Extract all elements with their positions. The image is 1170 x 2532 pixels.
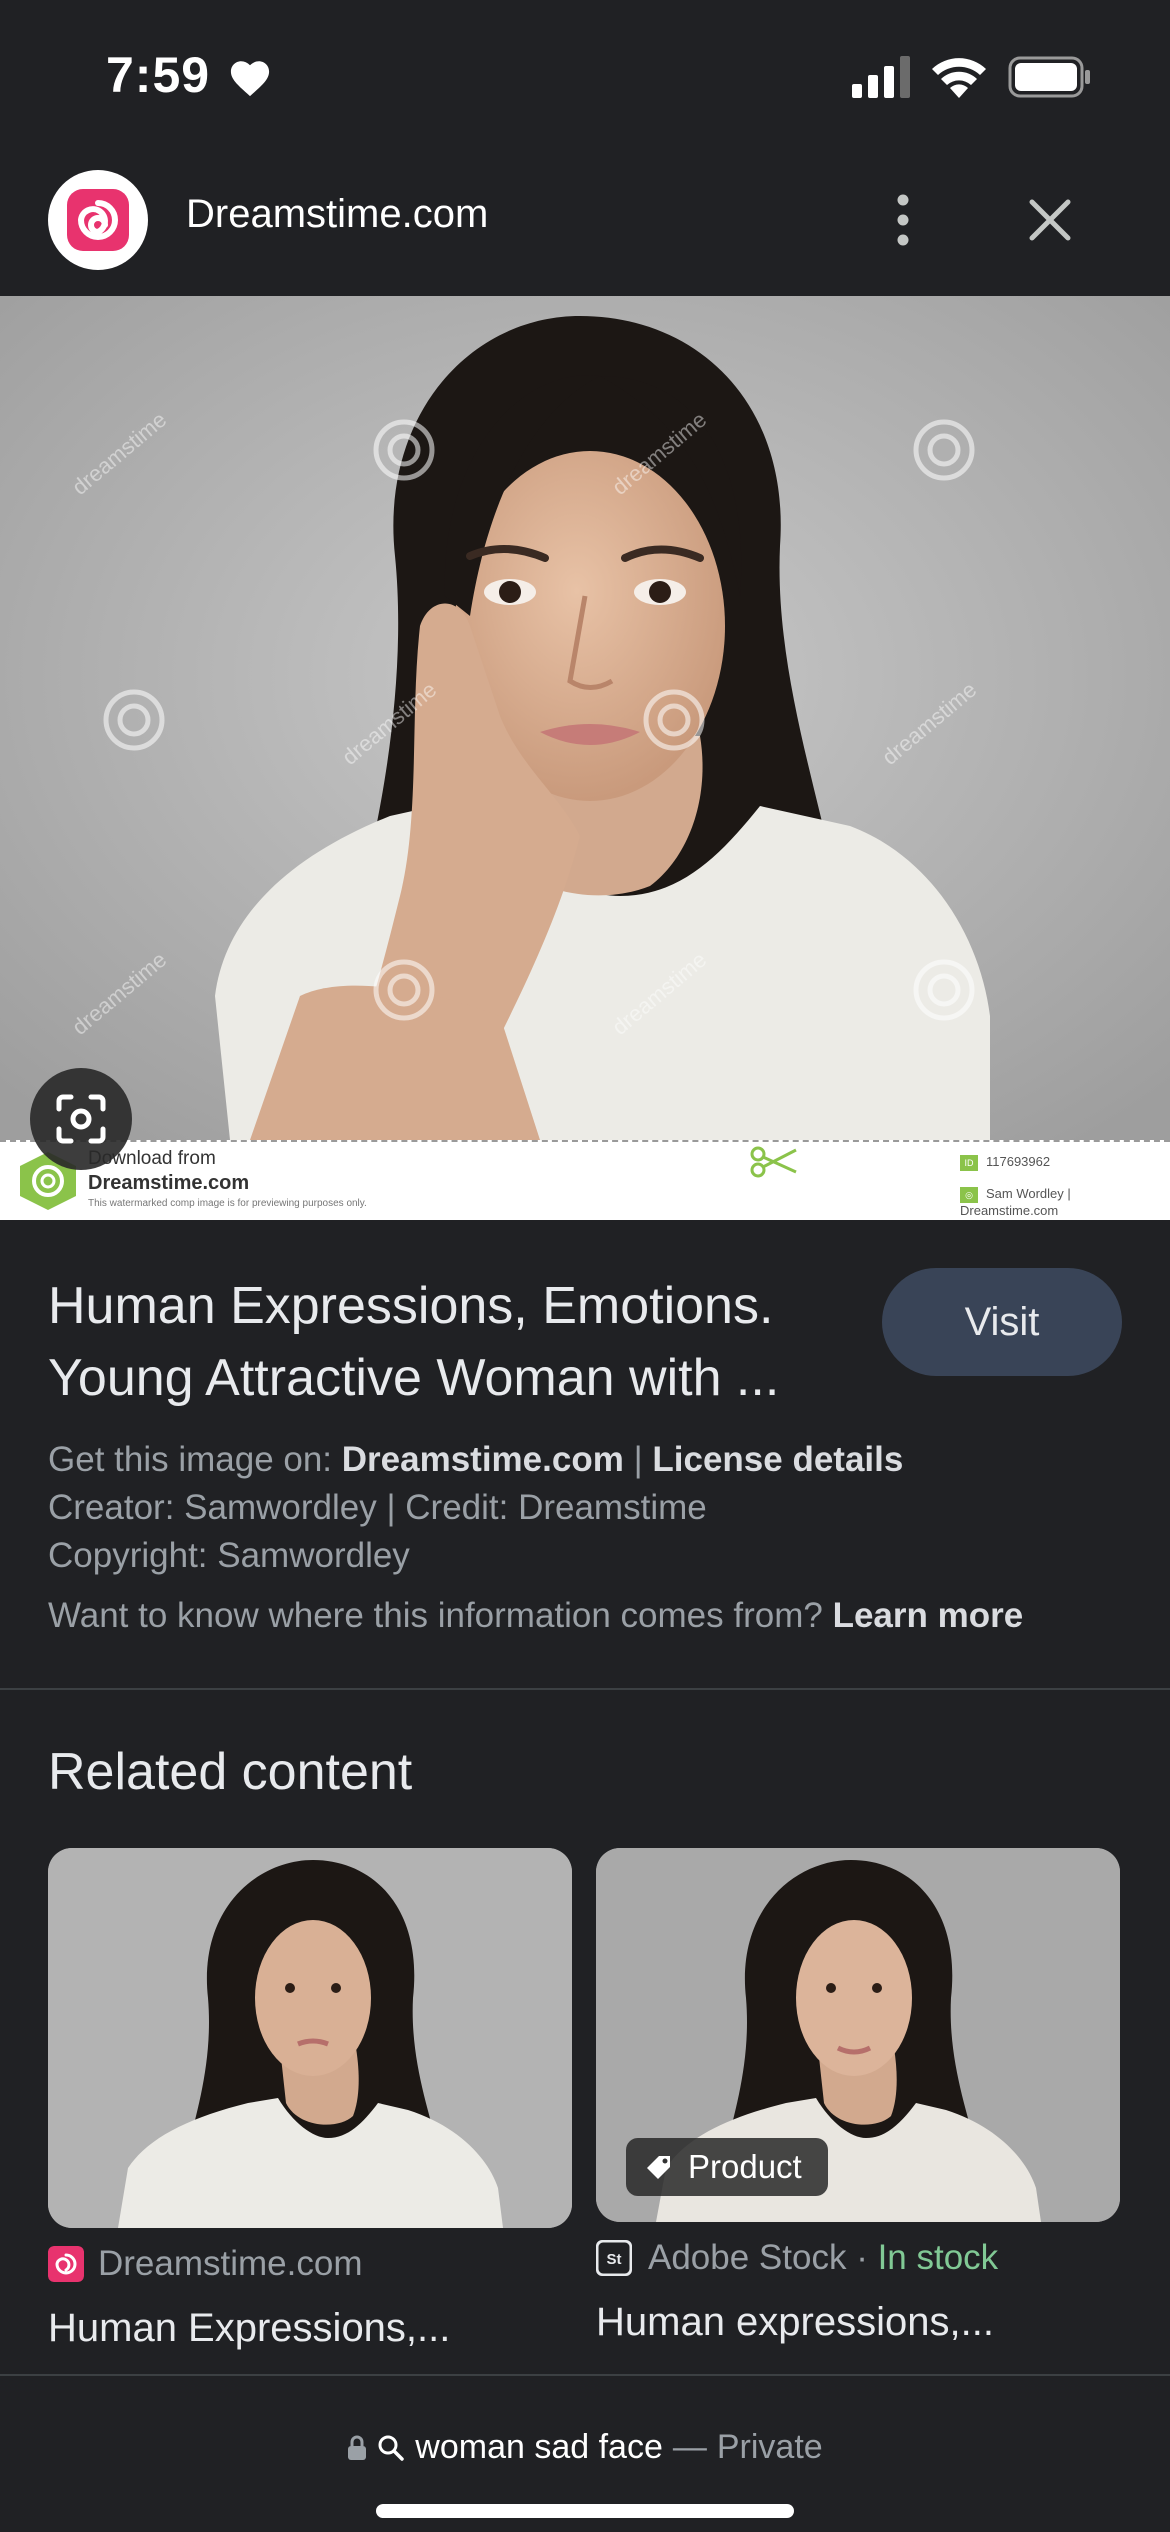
wifi-icon (932, 58, 986, 98)
related-source-1-name: Dreamstime.com (98, 2244, 363, 2283)
scissors-icon (750, 1146, 797, 1178)
separator: | (623, 1440, 653, 1479)
related-content-heading: Related content (48, 1743, 413, 1801)
tag-icon (647, 2156, 670, 2179)
related-source-1[interactable]: Dreamstime.com (48, 2244, 362, 2284)
main-image[interactable]: dreamstime dreamstime dreamstime dreamst… (0, 296, 1170, 1220)
learn-more-link[interactable]: Learn more (833, 1596, 1024, 1635)
creator-line: Creator: Samwordley | Credit: Dreamstime (48, 1488, 707, 1527)
in-stock-label: In stock (877, 2238, 999, 2277)
cellular-signal-icon (852, 56, 910, 98)
heart-icon (230, 61, 270, 97)
home-indicator[interactable] (376, 2504, 794, 2518)
visit-button[interactable]: Visit (882, 1268, 1122, 1376)
private-mode-label: Private (716, 2428, 823, 2466)
get-image-site-link[interactable]: Dreamstime.com (342, 1440, 624, 1479)
watermark-id-value: 117693962 (986, 1154, 1051, 1169)
query-dash: — (672, 2428, 707, 2466)
close-icon (1029, 199, 1071, 241)
section-divider (0, 1688, 1170, 1690)
related-source-2-dot: · (846, 2238, 878, 2277)
get-image-prefix: Get this image on: (48, 1440, 342, 1479)
related-image-2[interactable]: Product (596, 1848, 1120, 2222)
more-vert-icon (897, 194, 909, 246)
lock-icon (348, 2435, 367, 2460)
image-title-line-1: Human Expressions, Emotions. (48, 1277, 774, 1335)
battery-icon (1008, 56, 1090, 98)
dreamstime-logo-icon[interactable] (48, 170, 148, 270)
info-question: Want to know where this information come… (48, 1596, 833, 1635)
watermark-strip: Download from Dreamstime.com This waterm… (0, 1140, 1170, 1220)
woman-photo: dreamstime dreamstime dreamstime dreamst… (0, 296, 1170, 1140)
related-title-2[interactable]: Human expressions,... (596, 2300, 994, 2345)
related-image-1[interactable] (48, 1848, 572, 2228)
viewer-header: Dreamstime.com (0, 150, 1170, 296)
search-query: woman sad face (415, 2428, 663, 2466)
get-image-line: Get this image on: Dreamstime.com | Lice… (48, 1436, 1128, 1484)
svg-text:St: St (607, 2251, 622, 2268)
adobe-stock-favicon-icon: St (596, 2240, 632, 2276)
watermark-credit-icon: ◎ (960, 1186, 978, 1203)
image-title-line-2: Young Attractive Woman with ... (48, 1349, 780, 1407)
product-chip[interactable]: Product (626, 2138, 828, 2196)
related-photo-1 (48, 1848, 572, 2228)
license-details-link[interactable]: License details (652, 1440, 903, 1479)
close-button[interactable] (1010, 180, 1090, 260)
dreamstime-favicon-icon (48, 2246, 84, 2282)
status-bar: 7:59 (0, 0, 1170, 150)
status-time: 7:59 (106, 47, 211, 103)
watermark-credit: ◎ Sam Wordley | Dreamstime.com (960, 1186, 1170, 1218)
watermark-site: Dreamstime.com (88, 1172, 250, 1194)
watermark-note: This watermarked comp image is for previ… (88, 1198, 367, 1209)
google-lens-button[interactable] (30, 1068, 132, 1170)
info-source-line: Want to know where this information come… (48, 1592, 1128, 1640)
url-row[interactable]: woman sad face — Private (0, 2428, 1170, 2467)
related-source-2[interactable]: St Adobe Stock · In stock (596, 2238, 998, 2278)
site-name[interactable]: Dreamstime.com (186, 192, 488, 237)
bottom-address-bar[interactable]: woman sad face — Private (0, 2374, 1170, 2532)
copyright-line: Copyright: Samwordley (48, 1536, 410, 1575)
product-chip-label: Product (688, 2148, 802, 2185)
related-source-2-name: Adobe Stock (648, 2238, 847, 2277)
image-title: Human Expressions, Emotions. Young Attra… (48, 1270, 868, 1414)
lens-icon (56, 1094, 106, 1144)
watermark-id-badge: ID (960, 1154, 978, 1171)
watermark-id: ID 117693962 (960, 1154, 1050, 1171)
search-icon (378, 2435, 405, 2461)
more-options-button[interactable] (868, 180, 938, 260)
related-title-1[interactable]: Human Expressions,... (48, 2306, 450, 2351)
